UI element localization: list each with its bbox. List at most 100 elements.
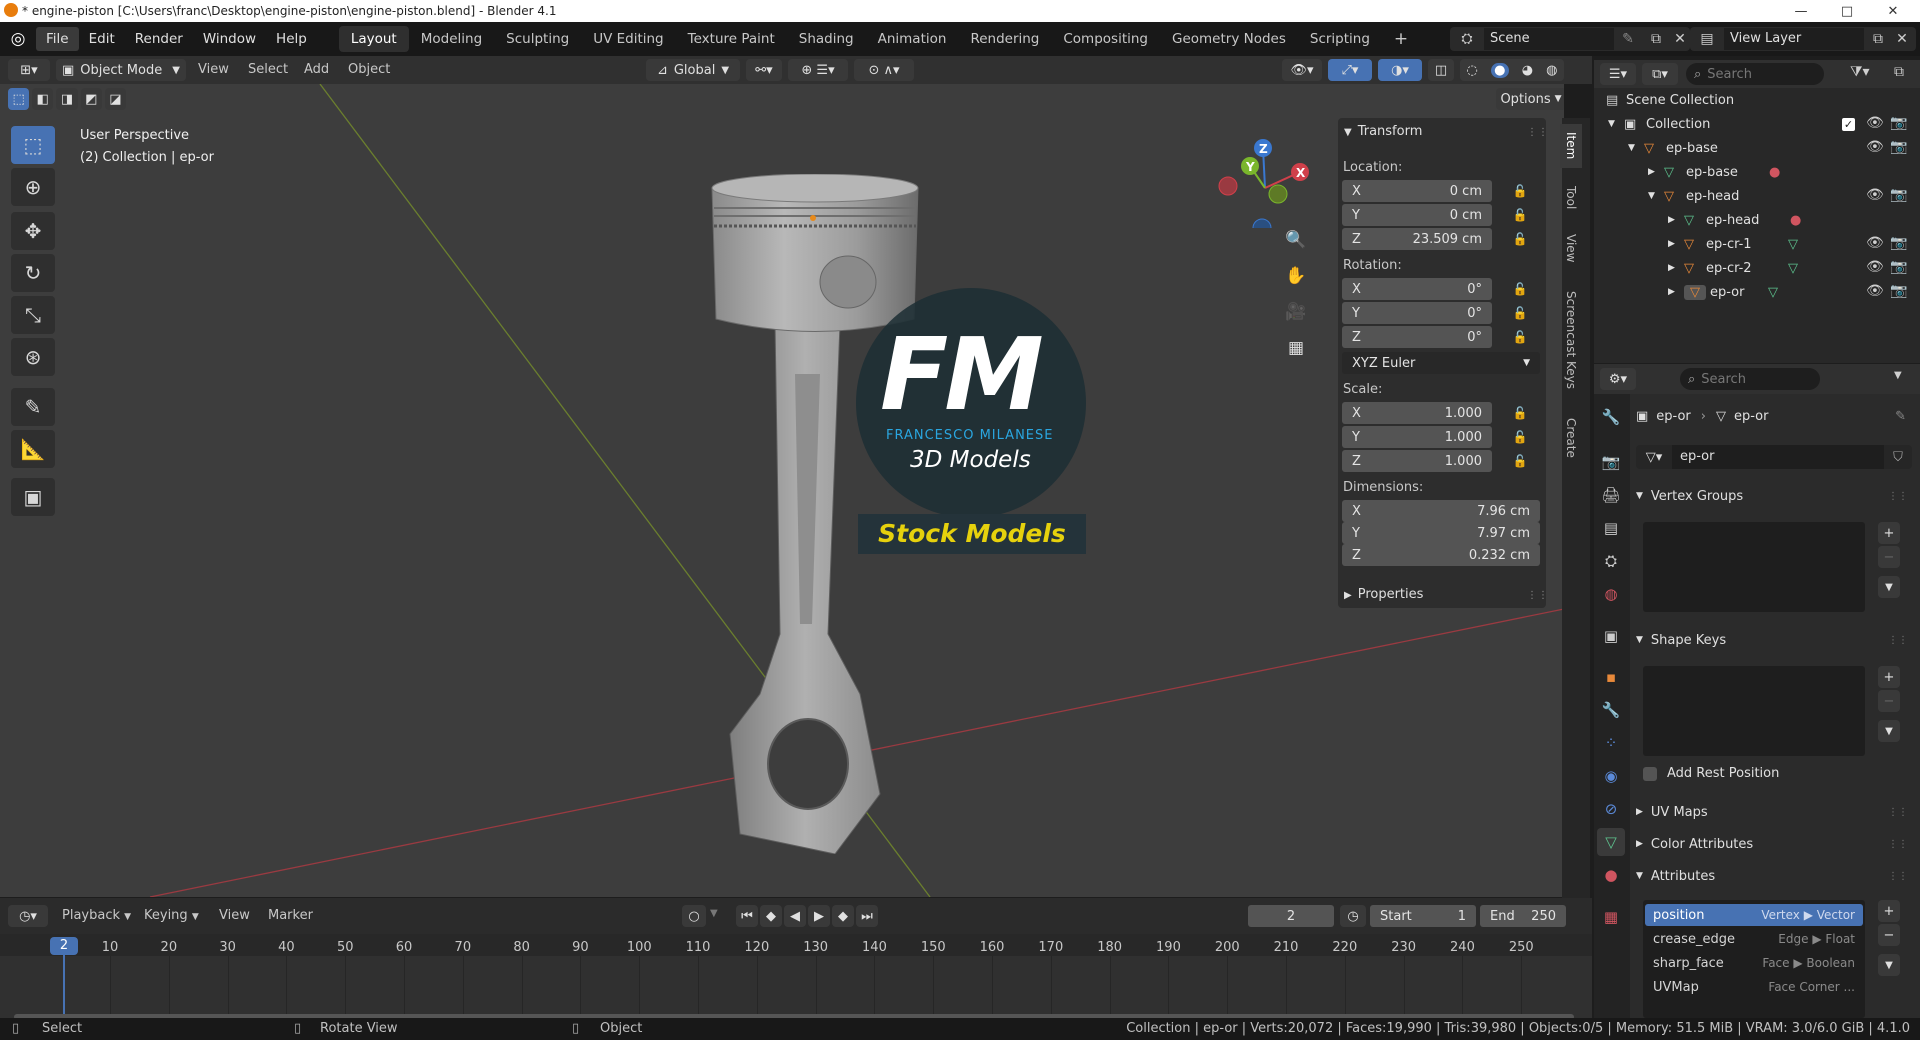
lock-icon[interactable]: 🔓 — [1510, 205, 1530, 225]
remove-vertex-group-button[interactable]: − — [1878, 546, 1900, 568]
timeline-menu-view[interactable]: View — [219, 908, 250, 923]
select-new-icon[interactable]: ⬚ — [8, 88, 30, 110]
delete-scene-icon[interactable]: ✕ — [1670, 31, 1690, 47]
attribute-row[interactable]: crease_edge Edge ▶ Float — [1645, 928, 1863, 950]
close-button[interactable]: ✕ — [1870, 0, 1916, 22]
exclude-checkbox[interactable]: ✓ — [1842, 117, 1855, 131]
properties-panel-header[interactable]: ▶ Properties — [1344, 587, 1423, 602]
select-extend-icon[interactable]: ◧ — [32, 88, 54, 110]
pin-icon[interactable]: ✎ — [1614, 31, 1642, 47]
playhead-frame-indicator[interactable]: 2 — [50, 937, 78, 955]
material-tab-icon[interactable]: ● — [1597, 861, 1625, 889]
fake-user-shield-icon[interactable]: ⛉ — [1884, 450, 1912, 465]
drag-handle-icon[interactable]: ⋮⋮ — [1527, 590, 1549, 601]
add-attribute-button[interactable]: + — [1878, 900, 1900, 922]
new-collection-icon[interactable]: ⧉ — [1894, 64, 1904, 80]
drag-handle-icon[interactable]: ⋮⋮ — [1888, 635, 1908, 646]
jump-to-start-icon[interactable]: ⏮ — [736, 905, 758, 927]
rotation-z-field[interactable]: Z 0° — [1342, 326, 1492, 348]
transform-tool[interactable]: ⊛ — [11, 338, 55, 376]
move-tool[interactable]: ✥ — [11, 212, 55, 250]
modifier-tab-icon[interactable]: 🔧 — [1597, 696, 1625, 724]
cursor-tool[interactable]: ⊕ — [11, 168, 55, 206]
chevron-right-icon[interactable]: ▶ — [1668, 239, 1684, 249]
minimize-button[interactable]: — — [1778, 0, 1824, 22]
lock-icon[interactable]: 🔓 — [1510, 403, 1530, 423]
add-shape-key-button[interactable]: + — [1878, 666, 1900, 688]
location-z-field[interactable]: Z 23.509 cm — [1342, 228, 1492, 250]
vertex-groups-list[interactable] — [1643, 522, 1865, 612]
ortho-grid-icon[interactable]: ▦ — [1280, 332, 1312, 364]
menu-edit[interactable]: Edit — [79, 27, 125, 51]
mesh-datablock-selector[interactable]: ▽▾ ep-or ⛉ — [1636, 445, 1912, 469]
visibility-eye-icon[interactable]: 👁 — [1866, 283, 1884, 299]
visibility-dropdown[interactable]: 👁▾ — [1282, 59, 1322, 81]
sidebar-tab-tool[interactable]: Tool — [1560, 176, 1582, 220]
scene-tab-icon[interactable]: ⛭ — [1597, 547, 1625, 575]
material-shading-icon[interactable]: ◕ — [1522, 63, 1533, 78]
new-view-layer-icon[interactable]: ⧉ — [1864, 31, 1892, 47]
drag-handle-icon[interactable]: ⋮⋮ — [1888, 491, 1908, 502]
visibility-eye-icon[interactable]: 👁 — [1866, 259, 1884, 275]
chevron-right-icon[interactable]: ▶ — [1668, 215, 1684, 225]
timeline-menu-marker[interactable]: Marker — [268, 908, 313, 923]
render-camera-icon[interactable]: 📷 — [1890, 235, 1907, 251]
remove-shape-key-button[interactable]: − — [1878, 690, 1900, 712]
camera-view-icon[interactable]: 🎥 — [1280, 296, 1312, 328]
current-frame-field[interactable]: 2 — [1248, 905, 1334, 927]
pan-hand-icon[interactable]: ✋ — [1280, 260, 1312, 292]
select-subtract-icon[interactable]: ◨ — [56, 88, 78, 110]
wireframe-shading-icon[interactable]: ◌ — [1466, 63, 1477, 78]
render-camera-icon[interactable]: 📷 — [1890, 139, 1907, 155]
attribute-row[interactable]: position Vertex ▶ Vector — [1645, 904, 1863, 926]
texture-tab-icon[interactable]: ▦ — [1597, 903, 1625, 931]
attribute-row[interactable]: UVMap Face Corner ... — [1645, 976, 1863, 998]
drag-handle-icon[interactable]: ⋮⋮ — [1888, 871, 1908, 882]
lock-icon[interactable]: 🔓 — [1510, 181, 1530, 201]
chevron-down-icon[interactable]: ▼ — [1894, 370, 1902, 381]
render-camera-icon[interactable]: 📷 — [1890, 115, 1907, 131]
sidebar-tab-view[interactable]: View — [1560, 226, 1582, 270]
chevron-down-icon[interactable]: ▼ — [1628, 143, 1644, 153]
visibility-eye-icon[interactable]: 👁 — [1866, 187, 1884, 203]
particles-tab-icon[interactable]: ⁘ — [1597, 729, 1625, 757]
rotate-tool[interactable]: ↻ — [11, 254, 55, 292]
new-scene-icon[interactable]: ⧉ — [1642, 31, 1670, 47]
rotation-x-field[interactable]: X 0° — [1342, 278, 1492, 300]
xray-toggle[interactable]: ◫ — [1428, 59, 1454, 81]
sidebar-tab-create[interactable]: Create — [1560, 408, 1582, 468]
zoom-icon[interactable]: 🔍 — [1280, 224, 1312, 256]
chevron-down-icon[interactable]: ▼ — [710, 908, 718, 919]
scene-selector[interactable]: ⛭ Scene ✎ ⧉ ✕ — [1450, 27, 1690, 51]
sidebar-tab-item[interactable]: Item — [1560, 124, 1582, 168]
proportional-edit-toggle[interactable]: ⊙ ∧▾ — [854, 59, 914, 81]
visibility-eye-icon[interactable]: 👁 — [1866, 139, 1884, 155]
world-tab-icon[interactable]: ◍ — [1597, 580, 1625, 608]
play-reverse-icon[interactable]: ◀ — [784, 905, 806, 927]
viewport-menu-object[interactable]: Object — [348, 62, 390, 77]
transform-orientation-dropdown[interactable]: ⊿ Global ▼ — [646, 59, 740, 81]
properties-search-field[interactable]: ⌕ Search — [1680, 368, 1820, 390]
end-frame-field[interactable]: End 250 — [1480, 905, 1566, 927]
lock-icon[interactable]: 🔓 — [1510, 427, 1530, 447]
scale-y-field[interactable]: Y 1.000 — [1342, 426, 1492, 448]
menu-window[interactable]: Window — [193, 27, 266, 51]
vertex-group-specials-button[interactable]: ▼ — [1878, 576, 1900, 598]
outliner-row-ep-head-mesh[interactable]: ▶ ▽ ep-head ● — [1594, 208, 1920, 232]
rotation-mode-dropdown[interactable]: XYZ Euler ▼ — [1342, 352, 1540, 374]
display-mode-button[interactable]: ⧉▾ — [1642, 63, 1678, 85]
workspace-tab-layout[interactable]: Layout — [338, 26, 409, 52]
filter-icon[interactable]: ⧩▾ — [1850, 64, 1870, 80]
solid-shading-icon[interactable]: ● — [1490, 62, 1509, 78]
attribute-row[interactable]: sharp_face Face ▶ Boolean — [1645, 952, 1863, 974]
vertex-groups-header[interactable]: ▼ Vertex Groups ⋮⋮ — [1636, 482, 1908, 510]
workspace-tab-animation[interactable]: Animation — [866, 26, 959, 52]
add-workspace-button[interactable]: + — [1382, 26, 1420, 52]
3d-viewport[interactable]: ⬚ ◧ ◨ ◩ ◪ ⬚ ⊕ ✥ ↻ ⤡ ⊛ ✎ 📐 ▣ User Perspec… — [0, 84, 1564, 897]
physics-tab-icon[interactable]: ◉ — [1597, 762, 1625, 790]
timeline-editor-type-button[interactable]: ◷▾ — [8, 905, 48, 927]
delete-view-layer-icon[interactable]: ✕ — [1892, 31, 1912, 47]
location-y-field[interactable]: Y0 cm — [1342, 204, 1492, 226]
timeline-menu-playback[interactable]: Playback ▼ — [62, 908, 131, 923]
attribute-specials-button[interactable]: ▼ — [1878, 954, 1900, 976]
